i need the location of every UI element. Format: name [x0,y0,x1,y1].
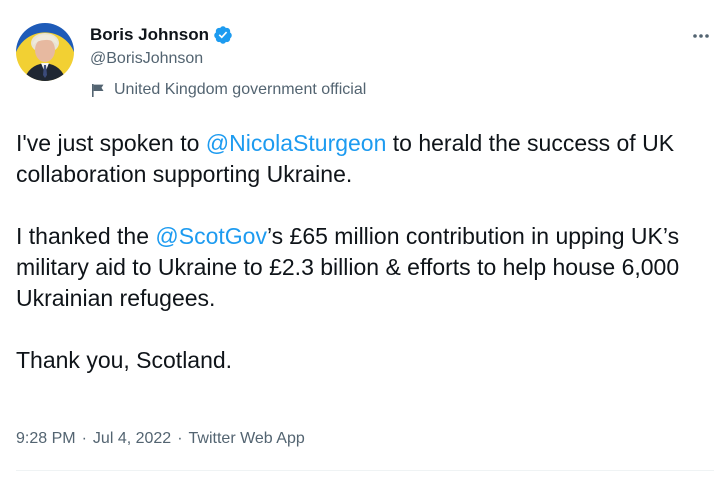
author-block: Boris Johnson @BorisJohnson [90,24,233,70]
handle[interactable]: @BorisJohnson [90,50,233,70]
tweet-source[interactable]: Twitter Web App [189,430,305,448]
tweet-paragraph-3: Thank you, Scotland. [16,347,233,373]
divider [16,470,714,471]
tweet: Boris Johnson @BorisJohnson United Kingd… [0,0,714,481]
display-name[interactable]: Boris Johnson [90,25,209,45]
tweet-date[interactable]: Jul 4, 2022 [93,430,171,448]
name-row: Boris Johnson [90,24,233,46]
tweet-text-segment: I thanked the [16,223,156,249]
meta-separator: · [81,430,87,447]
tweet-text: I've just spoken to @NicolaSturgeon to h… [16,128,706,376]
avatar-image [24,33,66,81]
tweet-text-segment: I've just spoken to [16,130,206,156]
mention-link-scotgov[interactable]: @ScotGov [155,223,267,249]
more-icon[interactable] [688,26,714,46]
mention-link-nicolasturgeon[interactable]: @NicolaSturgeon [206,130,387,156]
tweet-paragraph-1: I've just spoken to @NicolaSturgeon to h… [16,128,706,190]
tweet-paragraph-2: I thanked the @ScotGov’s £65 million con… [16,221,706,314]
tweet-meta: 9:28 PM · Jul 4, 2022 · Twitter Web App [16,429,305,449]
flag-icon [90,82,106,98]
meta-separator: · [177,430,183,447]
account-label: United Kingdom government official [90,80,366,100]
avatar[interactable] [16,23,74,81]
tweet-time[interactable]: 9:28 PM [16,430,76,448]
account-label-text: United Kingdom government official [114,81,367,98]
verified-badge-icon [213,25,233,45]
